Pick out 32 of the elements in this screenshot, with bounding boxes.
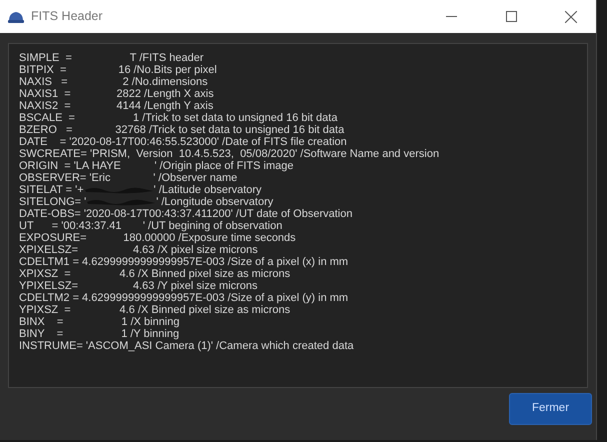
header-line: BITPIX = 16 /No.Bits per pixel (19, 64, 217, 76)
header-line: DATE-OBS= '2020-08-17T00:43:37.411200' /UT date of Observation (19, 208, 352, 220)
header-line: ORIGIN = 'LA HAYE ' /Origin place of FITS image (19, 160, 294, 172)
header-line: BZERO = 32768 /Trick to set data to unsigned 16 bit data (19, 124, 344, 136)
header-line: SWCREATE= 'PRISM, Version 10.4.5.523, 05/08/2020' /Software Name and version (19, 148, 440, 160)
header-line: CDELTM1 = 4.62999999999999957E-003 /Size of a pixel (x) in mm (19, 256, 348, 268)
header-line: DATE = '2020-08-17T00:46:55.523000' /Date of FITS file creation (19, 136, 347, 148)
header-line: YPIXSZ = 4.6 /X Binned pixel size as microns (19, 304, 290, 316)
header-line: CDELTM2 = 4.62999999999999957E-003 /Size of a pixel (y) in mm (19, 292, 348, 304)
header-line: NAXIS2 = 4144 /Length Y axis (19, 100, 214, 112)
header-line-end: ' /Latitude observatory (154, 184, 262, 196)
header-line: YPIXELSZ= 4.63 /Y pixel size microns (19, 280, 258, 292)
header-line: NAXIS1 = 2822 /Length X axis (19, 88, 214, 100)
header-line: INSTRUME= 'ASCOM_ASI Camera (1)' /Camera which created data (19, 340, 354, 352)
header-line: BINY = 1 /Y binning (19, 328, 180, 340)
header-line: BSCALE = 1 /Trick to set data to unsigned 16 bit data (19, 112, 338, 124)
header-line: XPIXSZ = 4.6 /X Binned pixel size as microns (19, 268, 290, 280)
close-icon[interactable] (565, 10, 577, 22)
header-line: XPIXELSZ= 4.63 /X pixel size microns (19, 244, 258, 256)
header-line-start: SITELAT = '+ (19, 184, 84, 196)
close-dialog-button[interactable]: Fermer (509, 393, 592, 425)
header-line: UT = '00:43:37.41 ' /UT begining of observation (19, 220, 282, 232)
window-title: FITS Header (31, 8, 103, 26)
header-line: NAXIS = 2 /No.dimensions (19, 76, 208, 88)
header-line-end: ' /Longitude observatory (156, 196, 274, 208)
header-line: OBSERVER= 'Eric ' /Observer name (19, 172, 238, 184)
header-line: SIMPLE = T /FITS header (19, 52, 204, 64)
header-line: EXPOSURE= 180.00000 /Exposure time seconds (19, 232, 296, 244)
app-icon (8, 10, 24, 22)
header-line-start: SITELONG= ' (19, 196, 86, 208)
header-line: BINX = 1 /X binning (19, 316, 180, 328)
maximize-icon[interactable] (506, 11, 516, 22)
